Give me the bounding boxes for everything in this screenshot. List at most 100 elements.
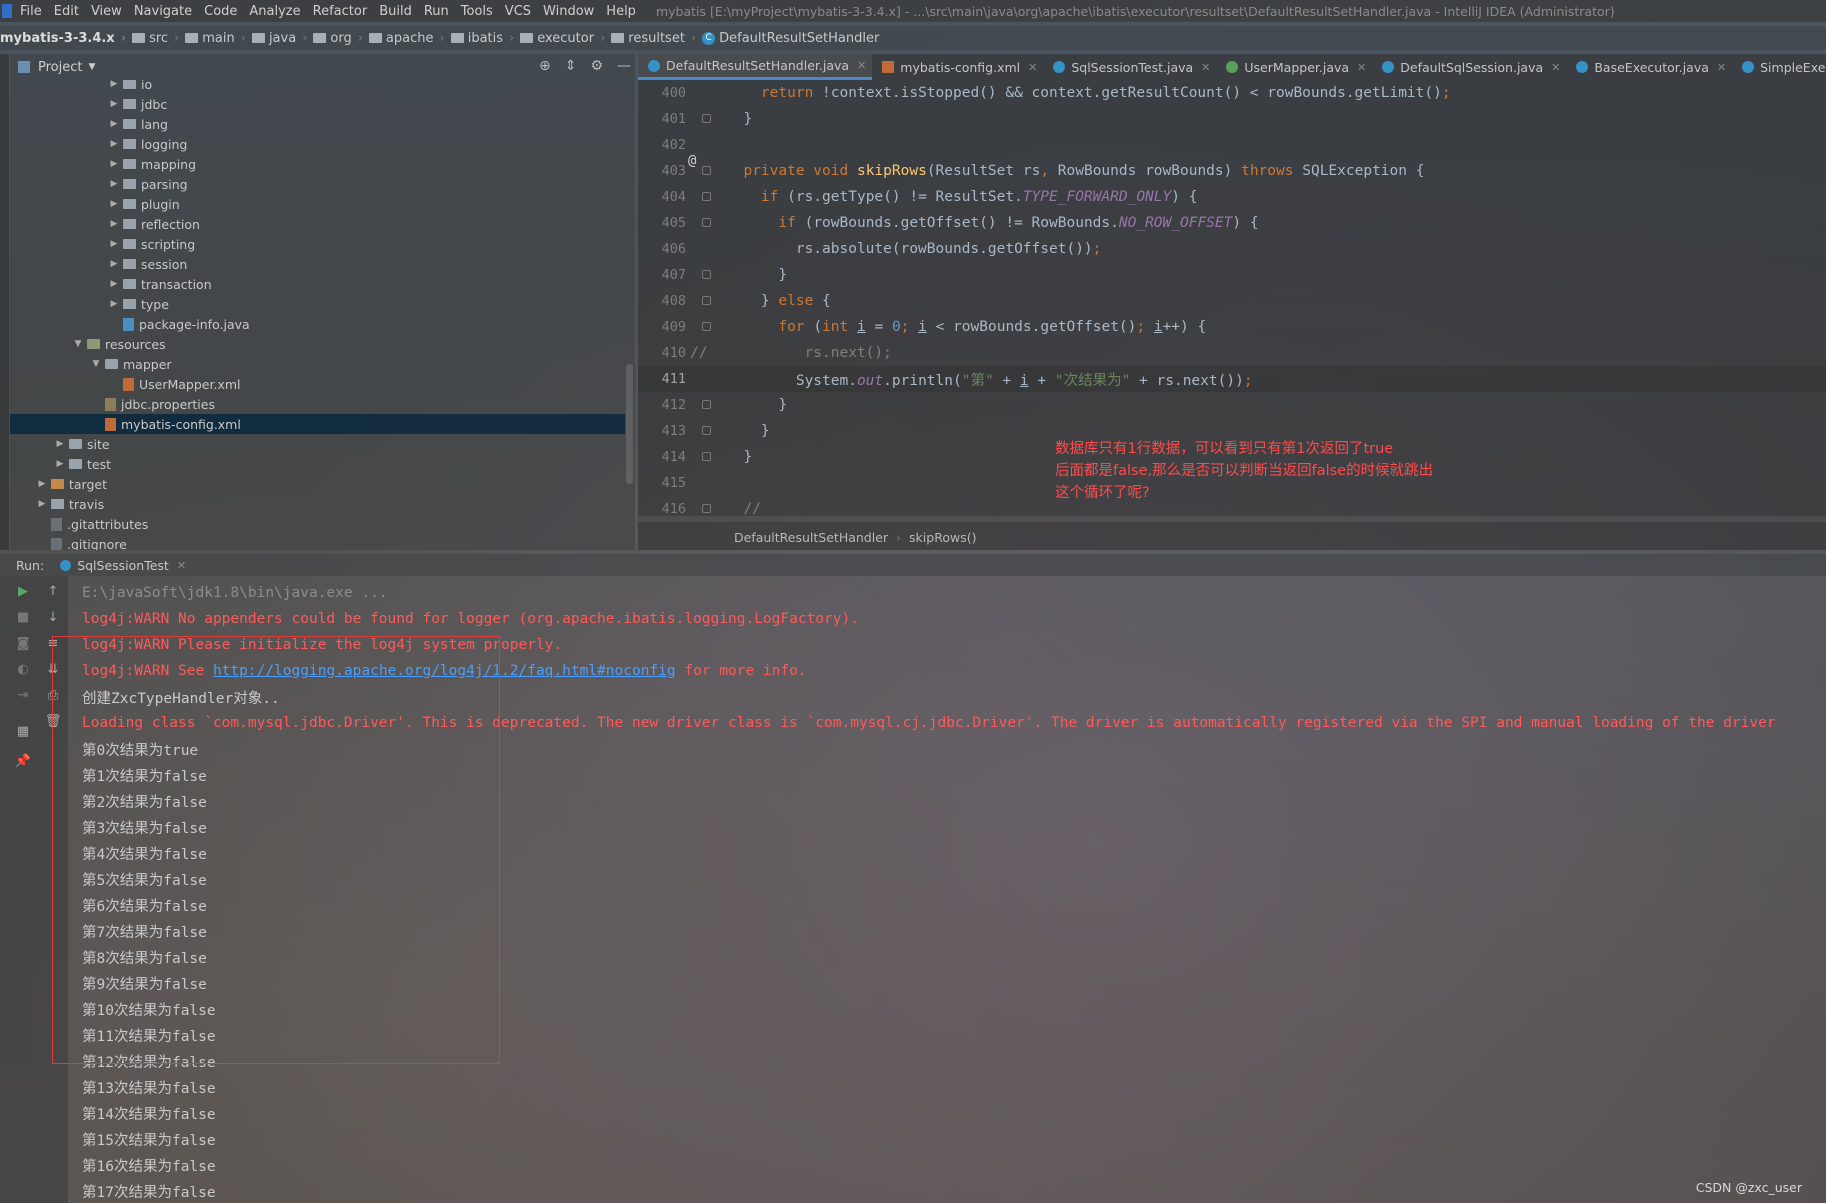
breadcrumb-project[interactable]: mybatis-3-3.4.x › [0, 31, 126, 46]
menu-build[interactable]: Build [379, 4, 412, 19]
tree-item[interactable]: mybatis-config.xml [10, 414, 625, 434]
menu-help[interactable]: Help [606, 4, 636, 19]
tree-item[interactable]: ▶ session [10, 254, 625, 274]
tree-item[interactable]: ▶ jdbc [10, 94, 625, 114]
collapse-arrow-icon[interactable]: ▶ [108, 259, 120, 269]
tree-item[interactable]: ▶ site [10, 434, 625, 454]
breadcrumb-org[interactable]: org › [313, 31, 363, 46]
collapse-arrow-icon[interactable]: ▶ [36, 499, 48, 509]
menu-file[interactable]: File [20, 4, 42, 19]
collapse-arrow-icon[interactable]: ▶ [36, 479, 48, 489]
chevron-down-icon[interactable]: ▼ [88, 62, 95, 72]
breadcrumb-executor[interactable]: executor › [520, 31, 605, 46]
editor-tab[interactable]: UserMapper.java ✕ [1216, 54, 1372, 80]
editor-horizontal-scrollbar[interactable] [638, 516, 1826, 522]
tree-item[interactable]: ▶ lang [10, 114, 625, 134]
tree-item[interactable]: ▶ type [10, 294, 625, 314]
tree-item[interactable]: ▶ reflection [10, 214, 625, 234]
close-icon[interactable]: ✕ [177, 559, 186, 572]
editor-tab[interactable]: BaseExecutor.java ✕ [1566, 54, 1732, 80]
expand-arrow-icon[interactable]: ▼ [72, 339, 84, 349]
menu-run[interactable]: Run [424, 4, 449, 19]
menu-window[interactable]: Window [543, 4, 594, 19]
exit-icon[interactable]: ⇥ [14, 686, 32, 704]
breadcrumb-resultset[interactable]: resultset › [611, 31, 696, 46]
breadcrumb-class[interactable]: C DefaultResultSetHandler [702, 31, 879, 46]
tree-item[interactable]: ▶ target [10, 474, 625, 494]
collapse-arrow-icon[interactable]: ▶ [108, 119, 120, 129]
scroll-up-icon[interactable]: ↑ [44, 582, 62, 600]
editor-tab[interactable]: SimpleExecutor.java✕ [1732, 54, 1826, 80]
collapse-all-icon[interactable]: ⇕ [565, 58, 577, 74]
menu-edit[interactable]: Edit [54, 4, 79, 19]
collapse-arrow-icon[interactable]: ▶ [108, 139, 120, 149]
editor-breadcrumb-class[interactable]: DefaultResultSetHandler [734, 530, 888, 545]
collapse-arrow-icon[interactable]: ▶ [108, 219, 120, 229]
collapse-arrow-icon[interactable]: ▶ [54, 439, 66, 449]
close-icon[interactable]: ✕ [1201, 61, 1210, 74]
tree-item[interactable]: .gitignore [10, 534, 625, 550]
locate-icon[interactable]: ⊕ [539, 58, 551, 74]
layout-icon[interactable]: ▦ [14, 722, 32, 740]
editor-tab[interactable]: mybatis-config.xml ✕ [872, 54, 1043, 80]
tree-item[interactable]: ▼ mapper [10, 354, 625, 374]
tree-item[interactable]: ▶ parsing [10, 174, 625, 194]
collapse-arrow-icon[interactable]: ▶ [108, 299, 120, 309]
rerun-icon[interactable]: ▶ [14, 582, 32, 600]
restore-layout-icon[interactable]: ◐ [14, 660, 32, 678]
collapse-arrow-icon[interactable]: ▶ [108, 279, 120, 289]
editor-tab[interactable]: DefaultSqlSession.java ✕ [1372, 54, 1566, 80]
run-tab[interactable]: SqlSessionTest ✕ [60, 558, 186, 573]
tree-scrollbar[interactable] [626, 364, 633, 484]
menu-navigate[interactable]: Navigate [134, 4, 192, 19]
collapse-arrow-icon[interactable]: ▶ [108, 159, 120, 169]
tree-item[interactable]: ▶ travis [10, 494, 625, 514]
tree-item[interactable]: UserMapper.xml [10, 374, 625, 394]
close-icon[interactable]: ✕ [857, 59, 866, 72]
stop-icon[interactable]: ■ [14, 608, 32, 626]
collapse-arrow-icon[interactable]: ▶ [108, 179, 120, 189]
editor-tab[interactable]: SqlSessionTest.java ✕ [1043, 54, 1216, 80]
collapse-arrow-icon[interactable]: ▶ [54, 459, 66, 469]
tree-item[interactable]: ▶ io [10, 80, 625, 94]
editor-tab[interactable]: DefaultResultSetHandler.java ✕ [638, 54, 873, 80]
gear-icon[interactable]: ⚙ [590, 58, 603, 74]
scroll-down-icon[interactable]: ↓ [44, 608, 62, 626]
collapse-arrow-icon[interactable]: ▶ [108, 99, 120, 109]
close-icon[interactable]: ✕ [1357, 61, 1366, 74]
breadcrumb-src[interactable]: src › [132, 31, 179, 46]
tree-item[interactable]: package-info.java [10, 314, 625, 334]
tree-item[interactable]: ▶ plugin [10, 194, 625, 214]
menu-vcs[interactable]: VCS [505, 4, 531, 19]
breadcrumb-java[interactable]: java › [251, 31, 307, 46]
breadcrumb-apache[interactable]: apache › [368, 31, 445, 46]
tree-item[interactable]: ▶ transaction [10, 274, 625, 294]
project-view-selector[interactable]: Project [38, 60, 82, 75]
close-icon[interactable]: ✕ [1028, 61, 1037, 74]
close-icon[interactable]: ✕ [1717, 61, 1726, 74]
editor-breadcrumb-method[interactable]: skipRows() [909, 530, 976, 545]
collapse-arrow-icon[interactable]: ▶ [108, 239, 120, 249]
menu-code[interactable]: Code [204, 4, 237, 19]
camera-icon[interactable]: ◙ [14, 634, 32, 652]
menu-tools[interactable]: Tools [461, 4, 493, 19]
expand-arrow-icon[interactable]: ▼ [90, 359, 102, 369]
menu-refactor[interactable]: Refactor [313, 4, 368, 19]
menu-view[interactable]: View [91, 4, 122, 19]
override-marker-icon[interactable]: @ [688, 153, 696, 169]
breadcrumb-ibatis[interactable]: ibatis › [450, 31, 514, 46]
tree-item[interactable]: ▶ scripting [10, 234, 625, 254]
tree-item[interactable]: jdbc.properties [10, 394, 625, 414]
collapse-arrow-icon[interactable]: ▶ [108, 199, 120, 209]
tree-item[interactable]: ▶ mapping [10, 154, 625, 174]
tree-item[interactable]: .gitattributes [10, 514, 625, 534]
hide-icon[interactable]: — [617, 58, 631, 74]
pin-icon[interactable]: 📌 [14, 752, 32, 770]
close-icon[interactable]: ✕ [1551, 61, 1560, 74]
tree-item[interactable]: ▶ logging [10, 134, 625, 154]
tree-item[interactable]: ▶ test [10, 454, 625, 474]
collapse-arrow-icon[interactable]: ▶ [108, 80, 120, 89]
tree-item[interactable]: ▼ resources [10, 334, 625, 354]
menu-analyze[interactable]: Analyze [249, 4, 300, 19]
breadcrumb-main[interactable]: main › [185, 31, 246, 46]
